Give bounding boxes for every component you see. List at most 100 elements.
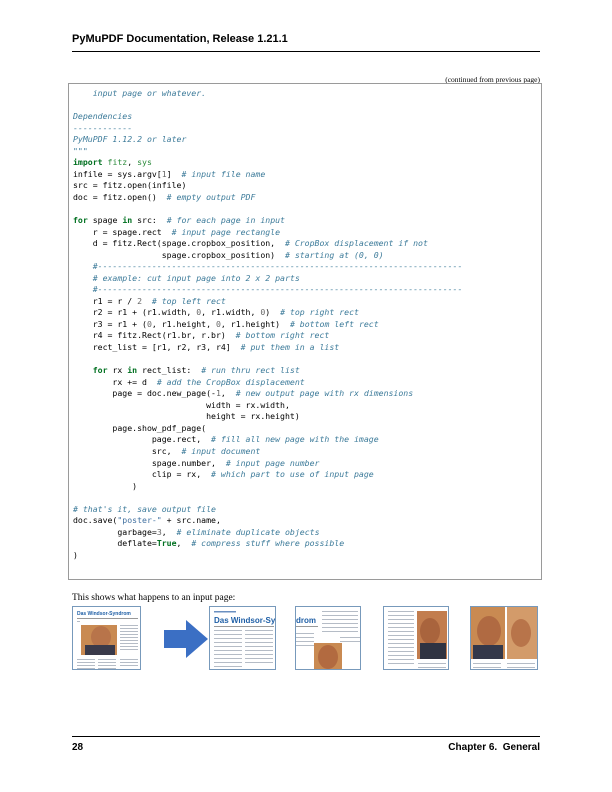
code-token: r2 = r1 + (r1.width,: [73, 307, 197, 318]
code-token: r = spage.rect: [73, 226, 172, 237]
code-token: ,: [161, 526, 177, 537]
code-token: garbage=: [73, 526, 157, 537]
output-page-2-graphic: drom: [296, 607, 360, 669]
header-rule: [72, 51, 540, 52]
output-page-1-graphic: Das Windsor-Synd: [210, 607, 275, 669]
footer-rule: [72, 736, 540, 737]
code-line: for rx in rect_list: # run thru rect lis…: [73, 365, 462, 377]
code-token: # add the CropBox displacement: [156, 376, 305, 387]
page-number: 28: [72, 742, 84, 753]
code-token: "poster-": [117, 515, 162, 526]
code-line: r2 = r1 + (r1.width, 0, r1.width, 0) # t…: [73, 307, 462, 319]
code-token: , r1.height,: [151, 318, 216, 329]
code-token: width = rx.width,: [73, 399, 290, 410]
code-line: #---------------------------------------…: [73, 284, 463, 296]
code-token: src = fitz.open(infile): [73, 180, 187, 191]
code-line: page = doc.new_page(-1, # new output pag…: [73, 388, 462, 400]
code-token: d = fitz.Rect(spage.cropbox_position,: [73, 238, 285, 249]
code-token: # bottom left rect: [289, 318, 379, 329]
code-line: infile = sys.argv[1] # input file name: [73, 169, 462, 181]
code-token: doc.save(: [73, 515, 118, 526]
code-token: for: [73, 215, 88, 226]
code-token: # for each page in input: [166, 215, 285, 226]
code-token: rx += d: [73, 376, 157, 387]
code-token: ]: [166, 168, 182, 179]
code-line: import fitz, sys: [73, 157, 462, 169]
code-line: # that's it, save output file: [73, 504, 462, 516]
code-line: width = rx.width,: [73, 400, 462, 412]
code-line: deflate=True, # compress stuff where pos…: [73, 538, 462, 550]
code-token: # compress stuff where possible: [191, 538, 345, 549]
code-line: r4 = fitz.Rect(r1.br, r.br) # bottom rig…: [73, 330, 462, 342]
code-line: src = fitz.open(infile): [73, 180, 462, 192]
code-token: True: [156, 538, 177, 549]
code-token: # eliminate duplicate objects: [176, 526, 320, 537]
code-line: ): [73, 550, 462, 562]
code-token: r1 = r /: [73, 295, 138, 306]
code-token: page.show_pdf_page(: [73, 422, 207, 433]
code-token: Dependencies: [73, 111, 133, 122]
code-token: in: [127, 365, 138, 376]
input-page-graphic: Das Windsor-Syndrom: [73, 607, 140, 669]
code-line: Dependencies: [73, 111, 462, 123]
code-token: page.rect,: [73, 434, 212, 445]
code-token: # that's it, save output file: [73, 503, 216, 514]
code-line: page.show_pdf_page(: [73, 423, 462, 435]
code-token: # input file name: [181, 168, 266, 179]
output-page-thumbnail-3: [383, 606, 449, 670]
running-header-title: PyMuPDF Documentation, Release 1.21.1: [72, 33, 288, 45]
code-token: # input document: [181, 445, 261, 456]
code-token: doc = fitz.open(): [73, 191, 167, 202]
code-token: # top right rect: [280, 307, 359, 318]
code-line: # example: cut input page into 2 x 2 par…: [73, 273, 462, 285]
code-line: rx += d # add the CropBox displacement: [73, 377, 462, 389]
code-line: for spage in src: # for each page in inp…: [73, 215, 462, 227]
code-token: spage: [87, 215, 123, 226]
code-line: height = rx.height): [73, 411, 462, 423]
code-token: clip = rx,: [73, 469, 212, 480]
code-token: ): [73, 549, 78, 560]
code-line: doc = fitz.open() # empty output PDF: [73, 192, 462, 204]
input-page-title: Das Windsor-Syndrom: [77, 611, 131, 617]
code-line: #---------------------------------------…: [73, 261, 463, 273]
code-token: input page or whatever.: [73, 88, 207, 98]
output-page-thumbnail-4: [470, 606, 538, 670]
code-token: fitz: [107, 157, 128, 168]
code-token: # input page number: [225, 457, 320, 468]
code-token: # input page rectangle: [171, 226, 281, 237]
code-token: spage.number,: [73, 457, 226, 468]
code-token: # fill all new page with the image: [211, 434, 379, 445]
output-page-4-graphic: [471, 607, 537, 669]
code-line: spage.cropbox_position) # starting at (0…: [73, 250, 462, 262]
chapter-label: Chapter 6. General: [448, 742, 540, 753]
code-token: ,: [127, 157, 138, 168]
code-line: page.rect, # fill all new page with the …: [73, 434, 462, 446]
code-token: ): [265, 307, 281, 318]
input-page-thumbnail: Das Windsor-Syndrom: [72, 606, 141, 670]
code-token: #---------------------------------------…: [73, 284, 463, 295]
code-line: r3 = r1 + (0, r1.height, 0, r1.height) #…: [73, 319, 462, 331]
code-token: infile = sys.argv[: [73, 168, 162, 179]
code-token: # which part to use of input page: [211, 469, 374, 480]
code-line: r = spage.rect # input page rectangle: [73, 227, 462, 239]
code-token: rx: [107, 365, 128, 376]
code-token: rect_list = [r1, r2, r3, r4]: [73, 342, 241, 353]
code-line: PyMuPDF 1.12.2 or later: [73, 134, 462, 146]
code-token: # put them in a list: [240, 342, 340, 353]
code-token: # new output page with rx dimensions: [235, 388, 414, 399]
code-token: + src.name,: [161, 515, 221, 526]
code-token: spage.cropbox_position): [73, 249, 285, 260]
output-page-thumbnail-2: drom: [295, 606, 361, 670]
code-token: deflate=: [73, 538, 157, 549]
code-block: input page or whatever. Dependencies -----…: [68, 83, 542, 580]
code-token: # bottom right rect: [235, 330, 330, 341]
code-token: src,: [73, 445, 182, 456]
code-line: r1 = r / 2 # top left rect: [73, 296, 462, 308]
code-token: for: [92, 365, 108, 376]
code-line: clip = rx, # which part to use of input …: [73, 469, 462, 481]
code-token: ): [73, 480, 138, 491]
